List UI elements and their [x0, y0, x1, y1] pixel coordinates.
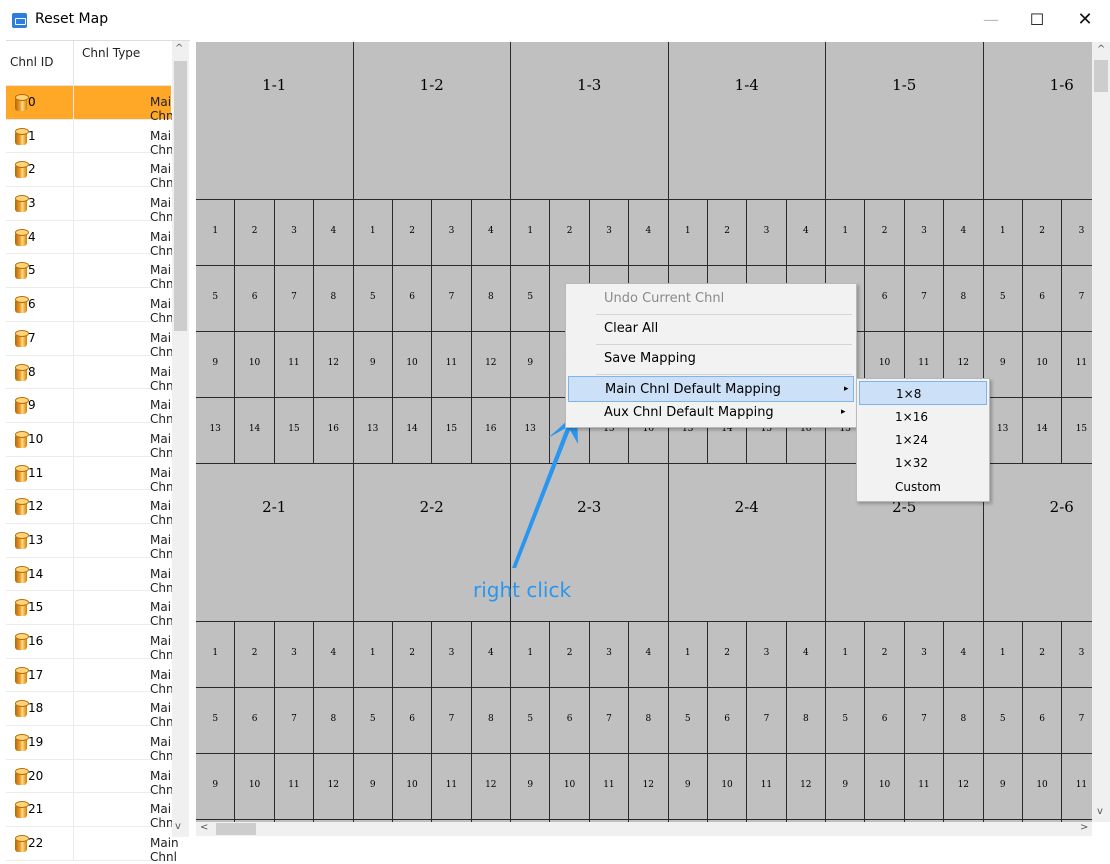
menu-item-clear-all[interactable]: Clear All — [566, 316, 856, 342]
menu-item-aux-chnl-default-mapping[interactable]: Aux Chnl Default Mapping ▸ — [566, 400, 856, 426]
channel-id: 22 — [28, 836, 44, 851]
menu-separator — [596, 374, 852, 375]
channel-cylinder-icon — [12, 835, 29, 853]
submenu-item-1x32[interactable]: 1×32 — [857, 451, 989, 475]
menu-item-main-chnl-default-mapping[interactable]: Main Chnl Default Mapping ▸ — [568, 376, 854, 402]
submenu-item-1x24[interactable]: 1×24 — [857, 428, 989, 452]
menu-item-save-mapping[interactable]: Save Mapping — [566, 346, 856, 372]
menu-separator — [596, 344, 852, 345]
right-click-annotation: right click — [473, 578, 572, 602]
submenu-item-1x8[interactable]: 1×8 — [859, 381, 987, 405]
channel-type: Main Chnl — [150, 836, 179, 864]
submenu-arrow-icon: ▸ — [841, 407, 846, 417]
submenu-arrow-icon: ▸ — [844, 384, 849, 394]
menu-separator — [596, 314, 852, 315]
submenu-item-1x16[interactable]: 1×16 — [857, 405, 989, 429]
menu-item-undo-current-chnl[interactable]: Undo Current Chnl — [566, 286, 856, 312]
context-menu: Undo Current Chnl Clear All Save Mapping… — [565, 283, 857, 428]
default-mapping-submenu: 1×8 1×16 1×24 1×32 Custom — [856, 378, 990, 502]
submenu-item-custom[interactable]: Custom — [857, 475, 989, 499]
